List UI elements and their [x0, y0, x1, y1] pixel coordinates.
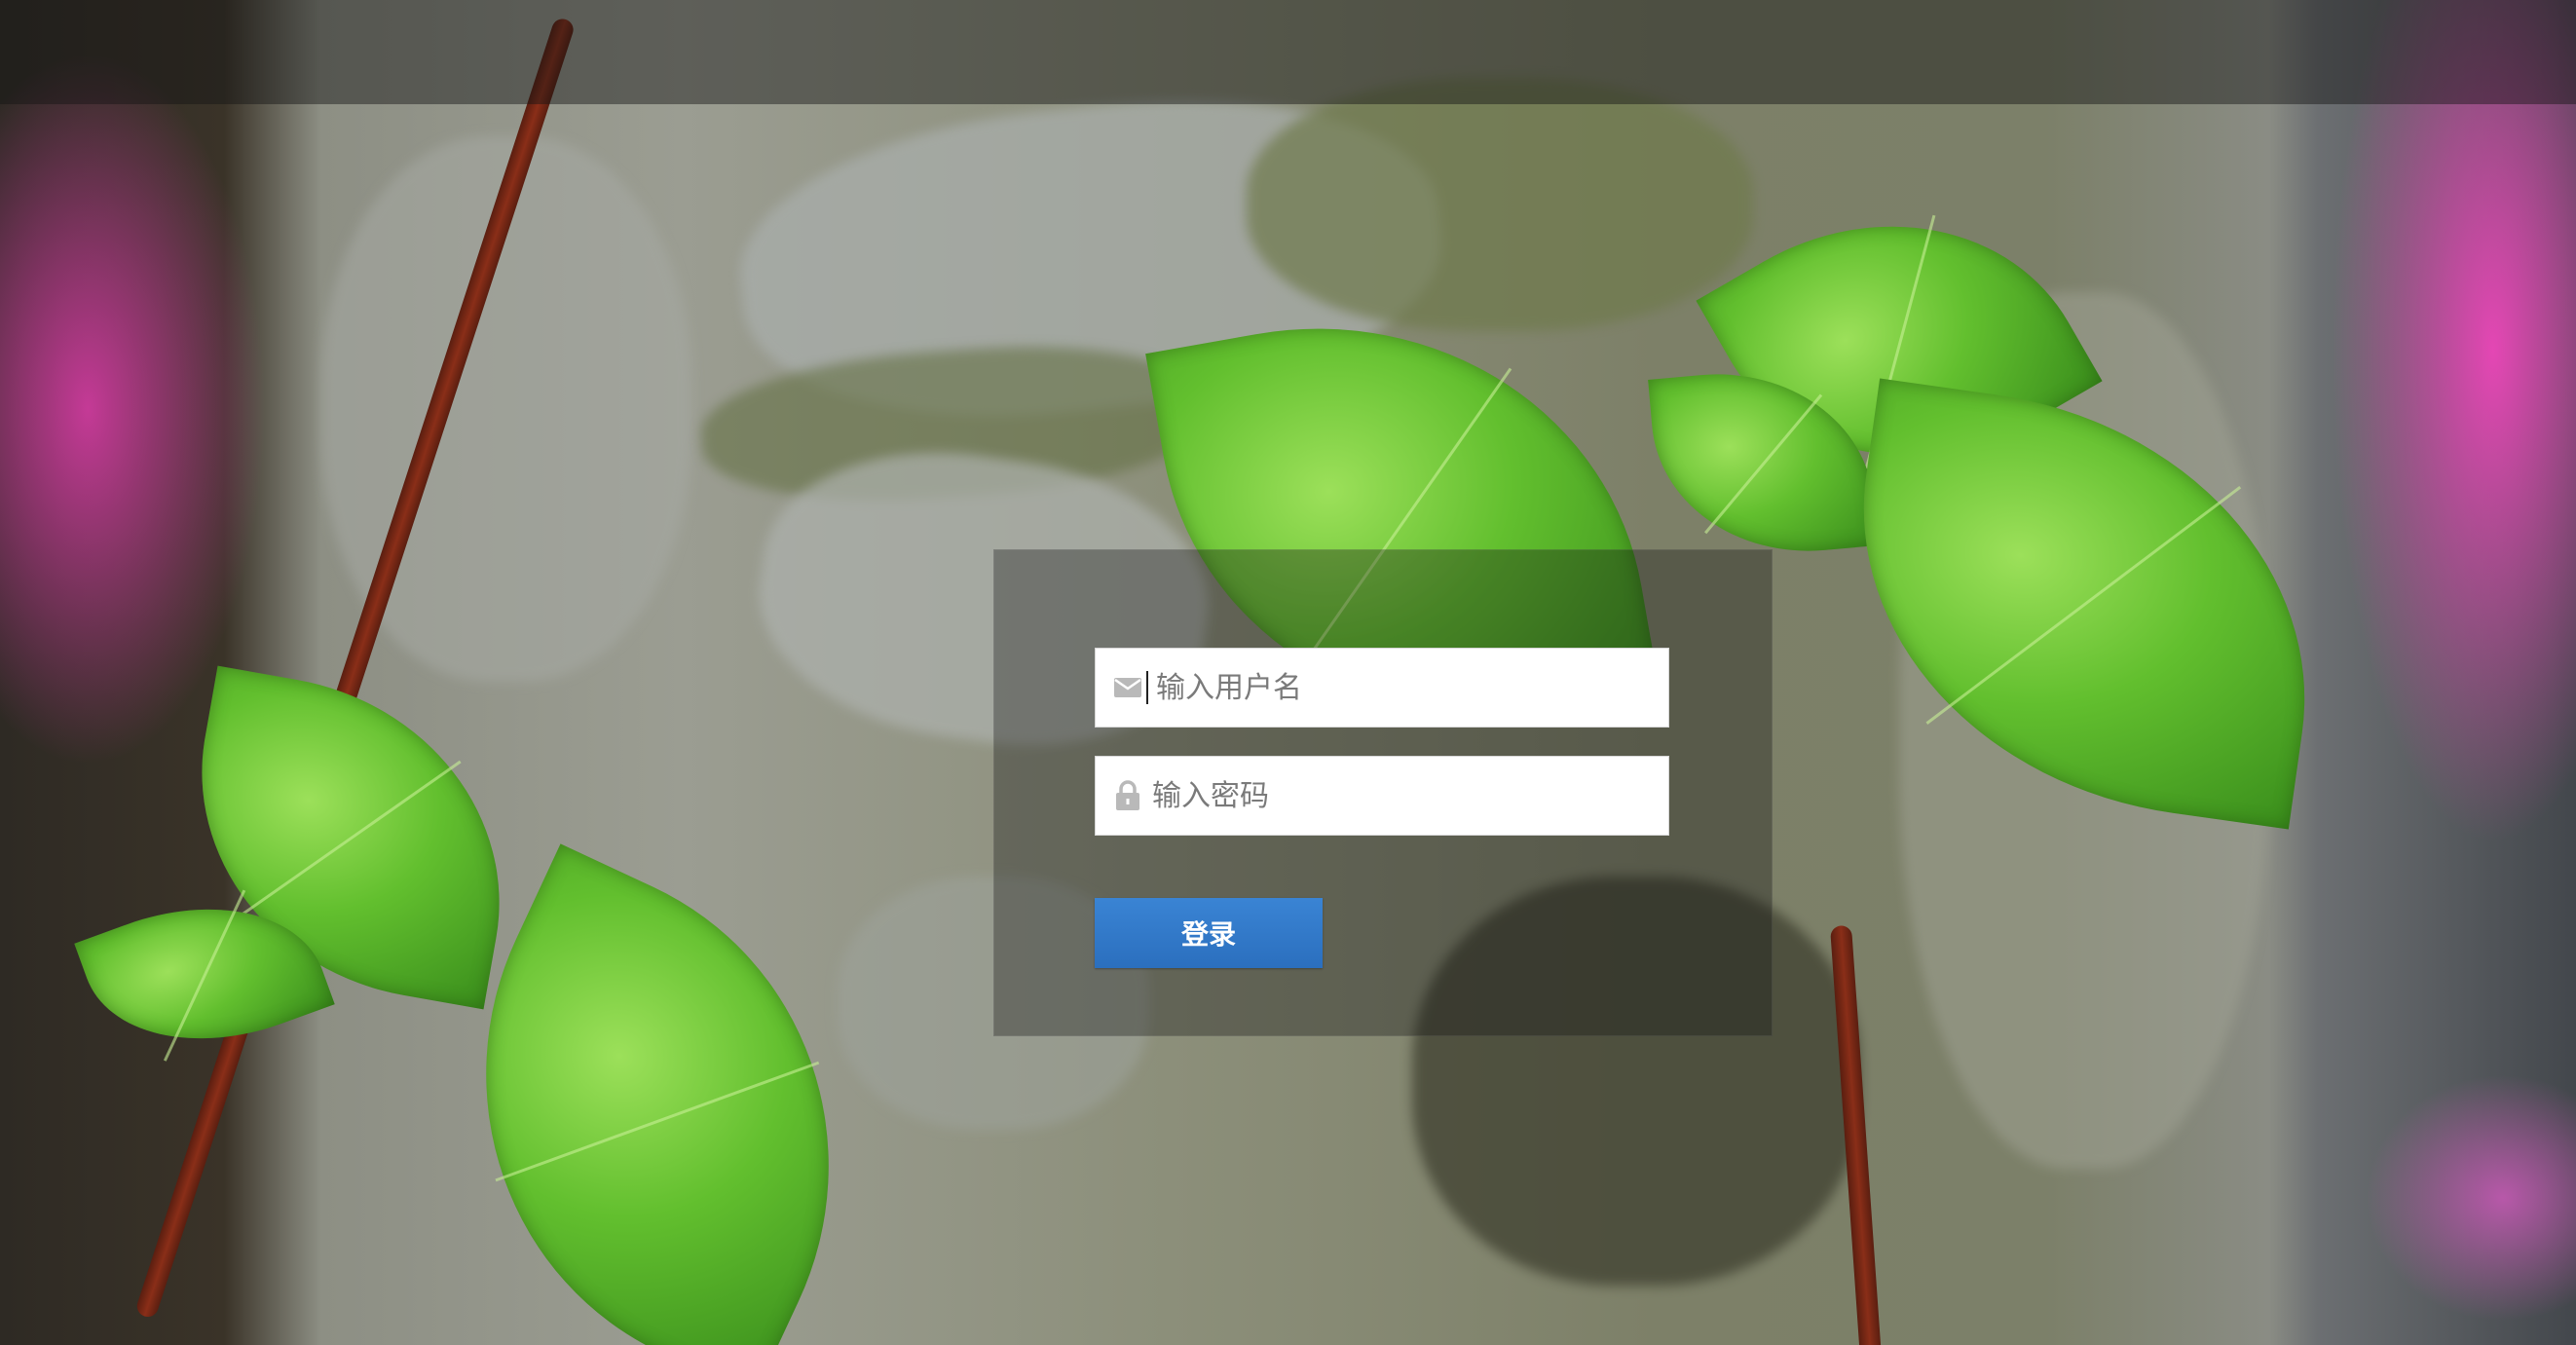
moss-patch [1247, 78, 1753, 331]
password-field[interactable] [1095, 756, 1669, 836]
login-button[interactable]: 登录 [1095, 898, 1323, 968]
username-input[interactable] [1154, 653, 1668, 723]
text-cursor [1146, 671, 1148, 704]
envelope-icon [1111, 671, 1144, 704]
top-bar [0, 0, 2576, 104]
login-form: 登录 [993, 549, 1773, 1036]
username-field[interactable] [1095, 648, 1669, 728]
password-input[interactable] [1150, 761, 1668, 831]
login-page: 登录 [0, 0, 2576, 1345]
lock-icon [1111, 779, 1144, 812]
